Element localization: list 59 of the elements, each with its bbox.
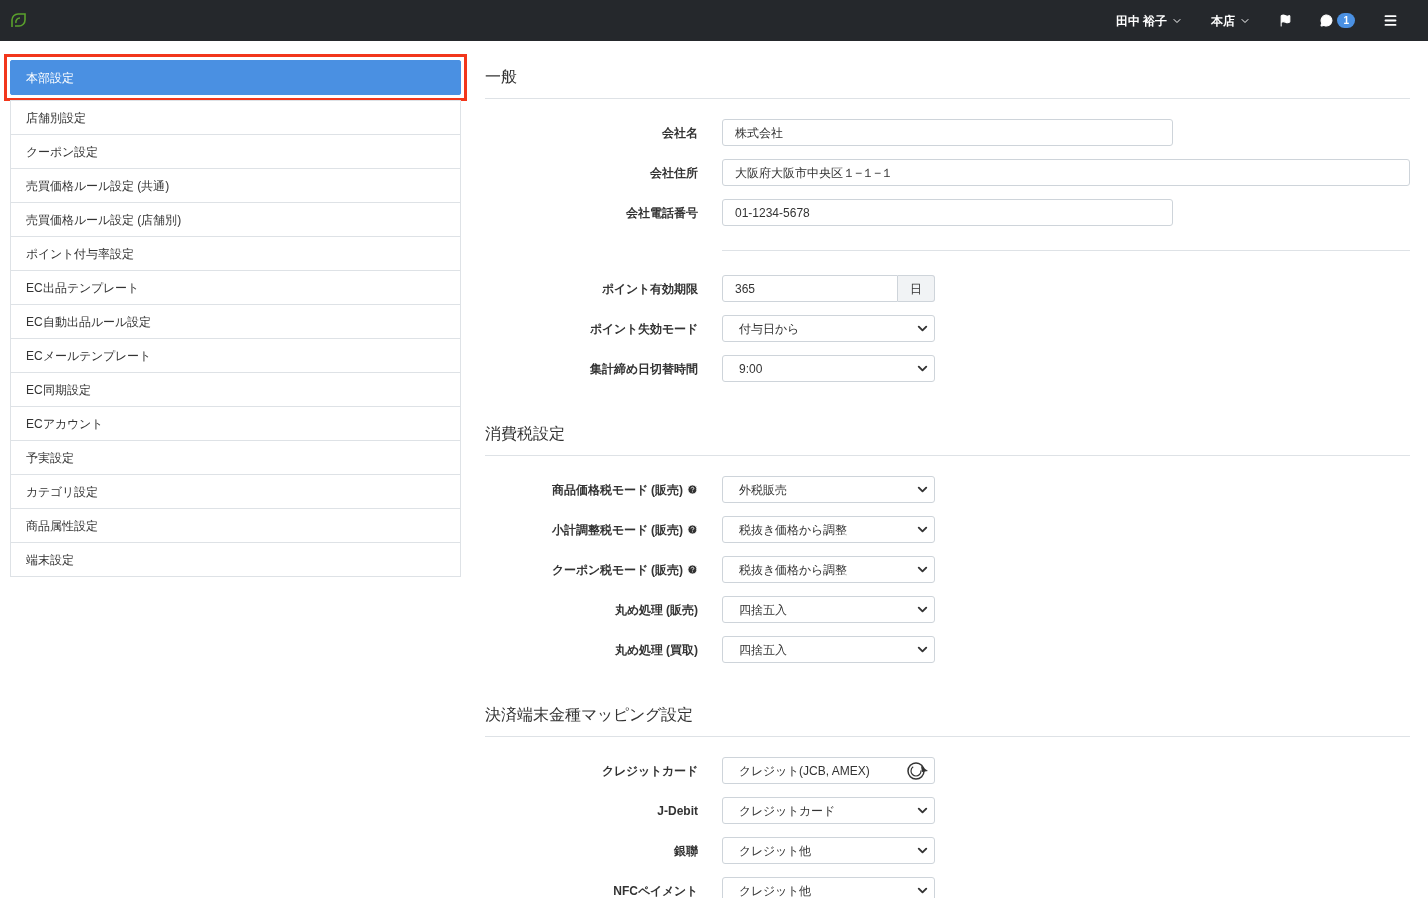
sidebar-item[interactable]: EC自動出品ルール設定	[10, 304, 461, 339]
field-label: 集計締め日切替時間	[590, 360, 698, 378]
count-badge: 1	[1337, 13, 1355, 28]
leaf-logo-icon[interactable]	[10, 12, 27, 29]
field-label: 会社名	[662, 124, 698, 142]
field-label: ポイント有効期限	[602, 280, 698, 298]
field-label: 会社電話番号	[626, 204, 698, 222]
select-dropdown[interactable]: 9:00	[722, 355, 935, 382]
sidebar-item[interactable]: ECアカウント	[10, 406, 461, 441]
field-label: 小計調整税モード (販売)	[551, 521, 683, 539]
menu-icon[interactable]	[1383, 13, 1398, 28]
sidebar-item[interactable]: クーポン設定	[10, 134, 461, 169]
user-menu[interactable]: 田中 裕子	[1116, 11, 1184, 30]
store-menu[interactable]: 本店	[1211, 11, 1252, 30]
select-dropdown[interactable]: 外税販売	[722, 476, 935, 503]
select-dropdown[interactable]: クレジット他	[722, 877, 935, 898]
select-dropdown[interactable]: 税抜き価格から調整	[722, 516, 935, 543]
field-label: 銀聯	[674, 842, 698, 860]
unit-addon: 日	[898, 275, 935, 302]
select-dropdown[interactable]: 四捨五入	[722, 596, 935, 623]
field-label: 商品価格税モード (販売)	[551, 481, 683, 499]
number-input-field[interactable]: 365	[722, 275, 898, 302]
sidebar-item[interactable]: 売買価格ルール設定 (店舗別)	[10, 202, 461, 237]
text-input-field[interactable]: 株式会社	[722, 119, 1173, 146]
sidebar-item[interactable]: ECメールテンプレート	[10, 338, 461, 373]
field-label: クーポン税モード (販売)	[551, 561, 683, 579]
field-label: ポイント失効モード	[590, 320, 698, 338]
field-label: クレジットカード	[602, 762, 698, 780]
help-icon[interactable]	[687, 524, 698, 535]
sidebar-item[interactable]: EC同期設定	[10, 372, 461, 407]
text-input-field[interactable]: 大阪府大阪市中央区１−１−１	[722, 159, 1410, 186]
sidebar-item[interactable]: 端末設定	[10, 542, 461, 577]
field-label: 会社住所	[650, 164, 698, 182]
help-icon[interactable]	[687, 484, 698, 495]
select-dropdown[interactable]: 付与日から	[722, 315, 935, 342]
field-label: NFCペイメント	[613, 882, 698, 898]
select-dropdown[interactable]: 税抜き価格から調整	[722, 556, 935, 583]
text-input-field[interactable]: 01-1234-5678	[722, 199, 1173, 226]
field-label: 丸め処理 (買取)	[614, 641, 698, 659]
field-label: J-Debit	[657, 802, 698, 820]
section-heading: 消費税設定	[485, 422, 1410, 456]
select-dropdown[interactable]: クレジット他	[722, 837, 935, 864]
sidebar-item[interactable]: EC出品テンプレート	[10, 270, 461, 305]
section-heading: 一般	[485, 65, 1410, 99]
loading-cursor-icon	[906, 759, 930, 782]
chat-bubble-icon	[1320, 14, 1334, 27]
flag-icon[interactable]	[1279, 14, 1293, 27]
field-label: 丸め処理 (販売)	[614, 601, 698, 619]
select-dropdown[interactable]: クレジットカード	[722, 797, 935, 824]
section-heading: 決済端末金種マッピング設定	[485, 703, 1410, 737]
sidebar-item[interactable]: ポイント付与率設定	[10, 236, 461, 271]
sidebar-item[interactable]: 予実設定	[10, 440, 461, 475]
sidebar-item[interactable]: カテゴリ設定	[10, 474, 461, 509]
select-dropdown[interactable]: 四捨五入	[722, 636, 935, 663]
sidebar-item[interactable]: 売買価格ルール設定 (共通)	[10, 168, 461, 203]
help-icon[interactable]	[687, 564, 698, 575]
select-dropdown[interactable]: クレジット(JCB, AMEX)	[722, 757, 935, 784]
sidebar-item[interactable]: 店舗別設定	[10, 100, 461, 135]
sidebar-item[interactable]: 商品属性設定	[10, 508, 461, 543]
